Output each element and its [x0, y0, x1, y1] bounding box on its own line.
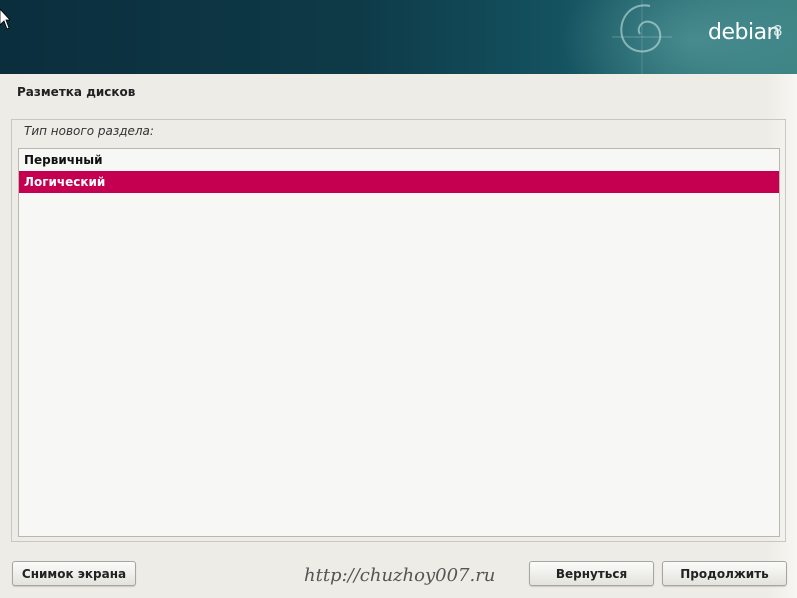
debian-logo-text: debian	[708, 20, 781, 45]
screenshot-button[interactable]: Снимок экрана	[12, 561, 136, 586]
list-item-primary[interactable]: Первичный	[19, 149, 779, 171]
partition-type-label: Тип нового раздела:	[24, 124, 154, 138]
debian-version: 8	[773, 22, 783, 40]
partition-type-list[interactable]: Первичный Логический	[18, 148, 780, 537]
header-banner: debian 8	[0, 0, 797, 74]
list-item-logical[interactable]: Логический	[19, 171, 779, 193]
mouse-cursor-icon	[0, 9, 10, 30]
continue-button[interactable]: Продолжить	[662, 561, 787, 586]
debian-swirl-icon	[612, 0, 672, 74]
watermark-text: http://chuzhoy007.ru	[304, 565, 496, 586]
back-button[interactable]: Вернуться	[529, 561, 654, 586]
page-title: Разметка дисков	[17, 85, 136, 99]
